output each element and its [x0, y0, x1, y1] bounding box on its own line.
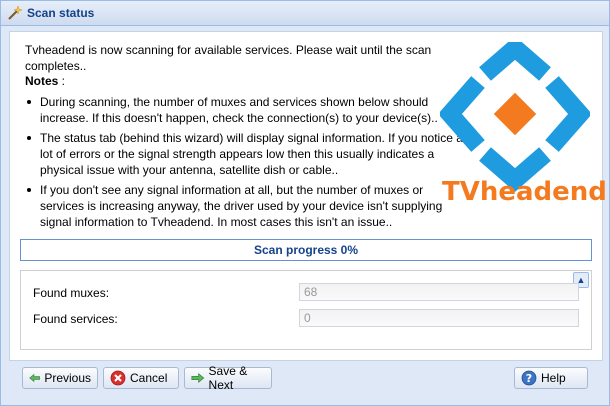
cancel-label: Cancel — [130, 371, 168, 385]
arrow-left-icon — [29, 373, 40, 383]
note-item: If you don't see any signal information … — [25, 182, 465, 230]
arrow-right-icon — [191, 373, 205, 383]
progress-label: Scan progress 0% — [253, 243, 359, 257]
wand-icon — [7, 5, 23, 21]
scan-status-window: Scan status Tvheadend is now scanning fo… — [0, 0, 610, 406]
notes-heading-label: Notes — [25, 74, 59, 88]
found-muxes-row: Found muxes: — [33, 283, 581, 303]
help-icon: ? — [521, 370, 537, 386]
window-title: Scan status — [27, 6, 95, 20]
cancel-icon — [110, 370, 126, 386]
help-label: Help — [541, 371, 566, 385]
wizard-content: Tvheadend is now scanning for available … — [9, 31, 607, 361]
found-services-field[interactable] — [299, 309, 579, 327]
logo-text: TVheadend — [442, 177, 607, 207]
cancel-button[interactable]: Cancel — [103, 367, 179, 389]
scan-stats-panel: ▲ Found muxes: Found services: — [20, 270, 592, 350]
previous-label: Previous — [44, 371, 91, 385]
notes-heading-suffix: : — [58, 74, 66, 88]
svg-text:?: ? — [526, 372, 532, 385]
previous-button[interactable]: Previous — [22, 367, 98, 389]
notes-list: During scanning, the number of muxes and… — [25, 94, 465, 234]
note-item: The status tab (behind this wizard) will… — [25, 130, 465, 178]
save-next-label: Save & Next — [208, 364, 248, 392]
notes-heading: Notes : — [25, 74, 65, 88]
found-muxes-field[interactable] — [299, 283, 579, 301]
save-next-button[interactable]: Save & Next — [184, 364, 272, 392]
help-button[interactable]: ? Help — [514, 367, 588, 389]
found-services-row: Found services: — [33, 309, 581, 329]
found-muxes-label: Found muxes: — [33, 286, 110, 300]
found-services-label: Found services: — [33, 312, 118, 326]
intro-text: Tvheadend is now scanning for available … — [25, 43, 432, 73]
scan-progress-bar: Scan progress 0% — [20, 239, 592, 261]
note-item: During scanning, the number of muxes and… — [25, 94, 465, 126]
window-titlebar: Scan status — [1, 1, 609, 26]
